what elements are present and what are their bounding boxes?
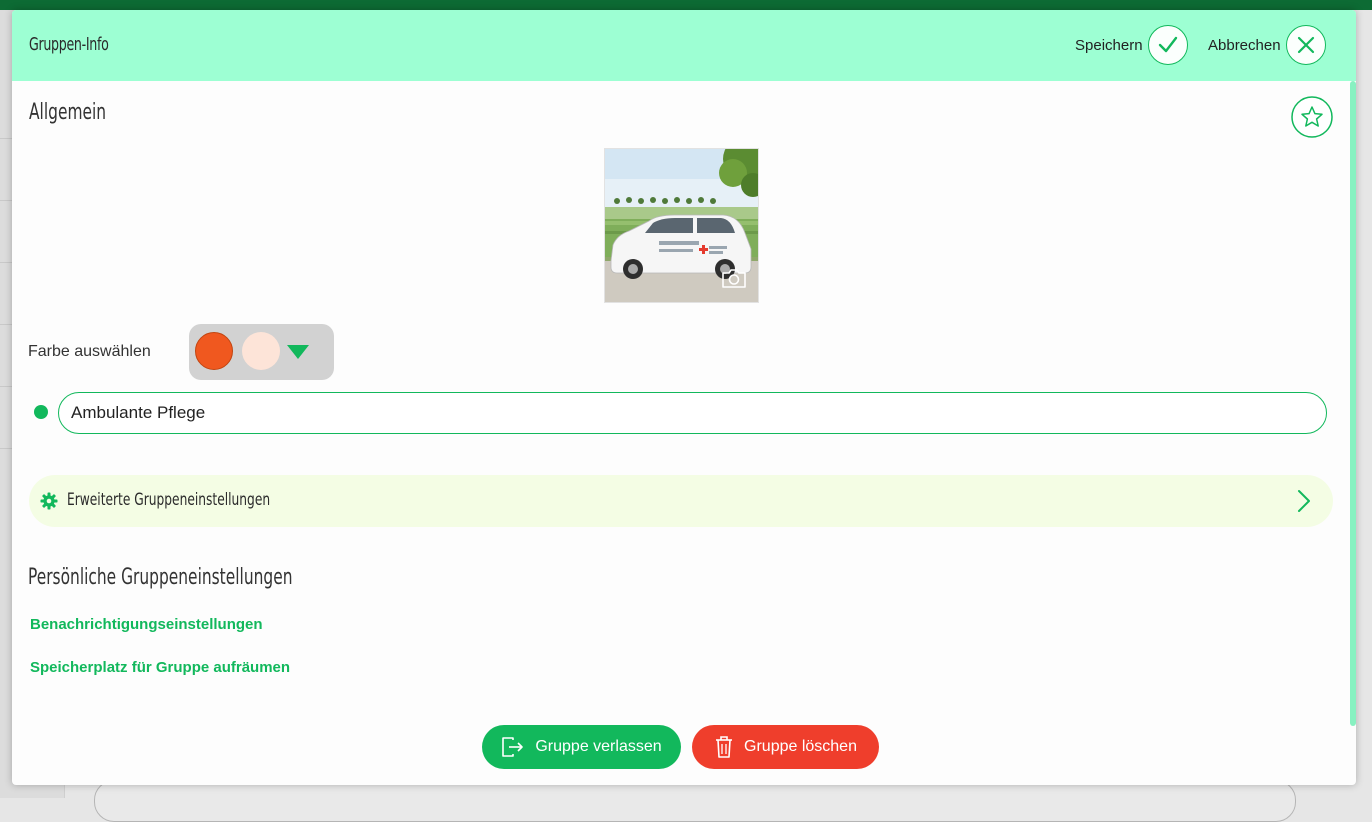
camera-icon[interactable] [720,266,748,290]
delete-group-label: Gruppe löschen [744,738,857,755]
notification-settings-link[interactable]: Benachrichtigungseinstellungen [30,616,263,633]
cancel-label: Abbrechen [1208,36,1281,54]
cleanup-storage-link[interactable]: Speicherplatz für Gruppe aufräumen [30,659,290,676]
group-name-input[interactable] [58,392,1327,434]
section-title-general: Allgemein [29,100,107,125]
dialog-title: Gruppen-Info [29,34,109,55]
advanced-group-settings[interactable]: Erweiterte Gruppeneinstellungen [29,475,1333,527]
cancel-button[interactable] [1285,25,1326,65]
save-label: Speichern [1075,36,1143,54]
delete-group-button[interactable]: Gruppe löschen [692,725,879,769]
gear-icon [40,492,58,510]
dialog-header: Gruppen-Info Speichern Abbrechen [12,10,1356,81]
scrollbar[interactable] [1350,81,1356,726]
status-dot [34,405,48,419]
color-picker[interactable] [189,324,334,380]
leave-group-button[interactable]: Gruppe verlassen [482,725,681,769]
caret-down-icon[interactable] [286,344,310,360]
chevron-right-icon [1298,490,1310,512]
secondary-color-swatch[interactable] [242,332,280,370]
cancel-action[interactable]: Abbrechen [1208,24,1326,66]
color-label: Farbe auswählen [28,343,151,360]
section-title-personal: Persönliche Gruppeneinstellungen [28,565,293,590]
leave-group-label: Gruppe verlassen [535,738,662,755]
background-input [94,780,1296,822]
trash-icon [716,736,733,758]
save-button[interactable] [1147,25,1188,65]
group-info-dialog: Gruppen-Info Speichern Abbrechen Allgeme… [12,10,1356,785]
close-icon [1297,36,1314,54]
favorite-button[interactable] [1291,96,1333,138]
leave-icon [502,737,524,757]
background-top-bar [0,0,1372,10]
save-action[interactable]: Speichern [1075,24,1188,66]
advanced-settings-label: Erweiterte Gruppeneinstellungen [67,490,271,510]
star-icon [1291,96,1333,138]
check-icon [1158,36,1177,53]
primary-color-swatch[interactable] [195,332,233,370]
